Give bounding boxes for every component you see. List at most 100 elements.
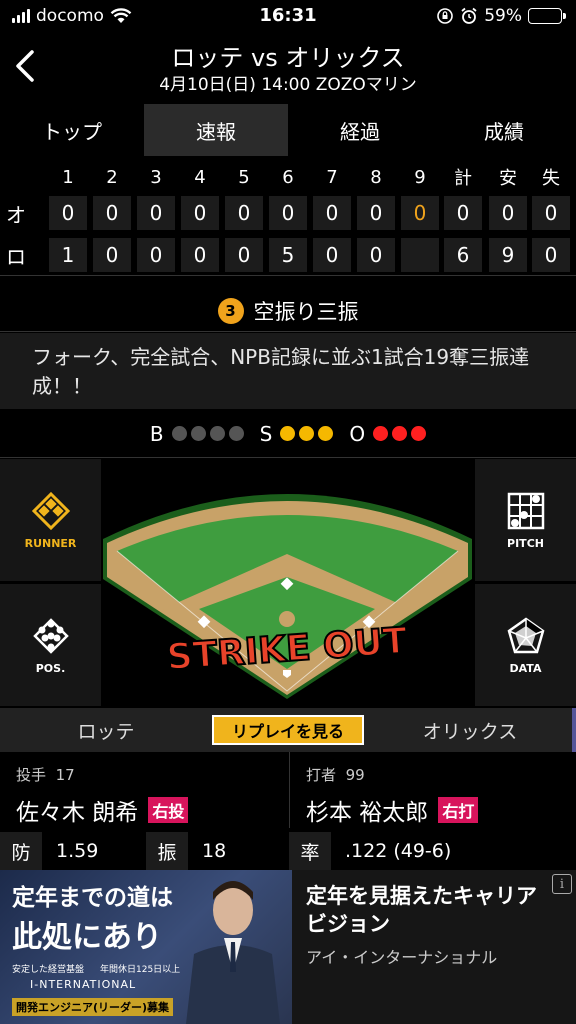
strikes-indicator: S <box>260 422 334 446</box>
batter-hand-badge: 右打 <box>438 797 479 823</box>
positions-icon <box>32 617 69 654</box>
teams-bar-edge <box>572 708 576 752</box>
inning-score: 1 <box>49 238 87 272</box>
batter-name-row: 杉本 裕太郎 右打 <box>306 793 560 827</box>
ad-image-point-1: 安定した経営基盤 <box>12 965 85 975</box>
batter-card[interactable]: 打者 99 杉本 裕太郎 右打 <box>289 752 576 828</box>
batter-number: 99 <box>345 766 365 784</box>
ball-dot <box>171 426 187 441</box>
scoreboard: 123456789計安失 オ 000000000000 ロ 1000050069… <box>0 160 576 276</box>
ad-text[interactable]: 定年を見据えたキャリアビジョン アイ・インターナショナル <box>306 882 556 968</box>
radar-chart-icon <box>507 616 544 653</box>
inning-score: 5 <box>269 238 307 272</box>
strike-dot <box>318 426 334 441</box>
ad-image-headline-1: 定年までの道は <box>12 884 173 911</box>
pitch-grid-icon <box>507 492 544 529</box>
pitcher-card[interactable]: 投手 17 佐々木 朗希 右投 <box>0 752 287 828</box>
inning-header: 8 <box>370 166 382 188</box>
player-stats: 防 1.59 振 18 率 .122 (49-6) <box>0 832 576 870</box>
balls-indicator: B <box>150 422 244 446</box>
ad-image[interactable]: 定年までの道は 此処にあり 安定した経営基盤 年間休日125日以上 I-NTER… <box>0 870 292 1024</box>
tab-top[interactable]: トップ <box>0 104 144 156</box>
inning-header: 4 <box>194 166 206 188</box>
pitcher-hand-badge: 右投 <box>148 797 189 823</box>
inning-score: 0 <box>93 196 131 230</box>
play-result: 3 空振り三振 <box>0 290 576 332</box>
batter-name: 杉本 裕太郎 <box>306 800 429 826</box>
ad-image-headline-2: 此処にあり <box>12 920 162 955</box>
battery-percent: 59% <box>484 6 522 26</box>
ball-dot <box>190 426 206 441</box>
tab-stats[interactable]: 成績 <box>432 104 576 156</box>
inning-score: 6 <box>444 238 482 272</box>
play-result-text: 空振り三振 <box>253 299 359 324</box>
teams-bar: ロッテ リプレイを見る オリックス <box>0 708 576 752</box>
ad-title: 定年を見据えたキャリアビジョン <box>306 884 537 936</box>
inning-header: 安 <box>499 168 517 189</box>
inning-score: 0 <box>269 196 307 230</box>
scoreboard-row-away: オ 000000000000 <box>0 196 576 232</box>
pitcher-strikeouts: 振 18 <box>146 832 226 870</box>
inning-header: 5 <box>238 166 250 188</box>
replay-button[interactable]: リプレイを見る <box>212 715 364 745</box>
inning-header: 3 <box>150 166 162 188</box>
ball-dot <box>228 426 244 441</box>
ball-dot <box>209 426 225 441</box>
ad-info-icon[interactable]: i <box>552 874 572 894</box>
inning-score: 0 <box>225 196 263 230</box>
scoreboard-row-home: ロ 10000500690 <box>0 238 576 274</box>
inning-score: 0 <box>357 238 395 272</box>
outs-label: O <box>349 421 366 446</box>
ad-image-logo: I-NTERNATIONAL <box>30 978 137 991</box>
field-view: RUNNER POS. PITCH DATA STRIKE OUT <box>0 459 576 707</box>
strike-dot <box>280 426 296 441</box>
inning-header: 9 <box>414 166 426 188</box>
tab-live[interactable]: 速報 <box>144 104 288 156</box>
balls-label: B <box>149 421 164 446</box>
alarm-icon <box>461 7 477 24</box>
pitcher-name: 佐々木 朗希 <box>16 800 139 826</box>
runner-button[interactable]: RUNNER <box>0 459 101 581</box>
ad-image-point-2: 年間休日125日以上 <box>100 965 181 975</box>
inning-header: 2 <box>106 166 118 188</box>
data-label: DATA <box>509 661 542 675</box>
inning-header: 1 <box>62 166 74 188</box>
baseball-diamond: STRIKE OUT <box>103 494 472 699</box>
inning-score: 0 <box>357 196 395 230</box>
pitcher-role: 投手 17 <box>16 766 75 784</box>
batter-role: 打者 99 <box>306 766 365 784</box>
game-datetime: 4月10日(日) 14:00 ZOZOマリン <box>159 75 417 95</box>
advertisement[interactable]: 定年までの道は 此処にあり 安定した経営基盤 年間休日125日以上 I-NTER… <box>0 870 576 1024</box>
ad-image-recruit: 開発エンジニア(リーダー)募集 <box>12 998 174 1016</box>
out-dot <box>373 426 389 441</box>
inning-score: 0 <box>532 196 570 230</box>
home-team-tab[interactable]: ロッテ <box>0 717 212 744</box>
pitcher-number: 17 <box>55 766 75 784</box>
inning-score: 0 <box>181 196 219 230</box>
pitch-button[interactable]: PITCH <box>475 459 576 581</box>
inning-score: 0 <box>489 196 527 230</box>
runner-icon <box>31 491 70 530</box>
inning-score: 0 <box>137 238 175 272</box>
game-header: ロッテ vs オリックス 4月10日(日) 14:00 ZOZOマリン <box>0 34 576 102</box>
inning-score: 0 <box>93 238 131 272</box>
strike-dot <box>299 426 315 441</box>
status-right: 59% <box>436 6 566 26</box>
positions-button[interactable]: POS. <box>0 584 101 706</box>
inning-header: 7 <box>326 166 338 188</box>
out-dot <box>411 426 427 441</box>
pitcher-name-row: 佐々木 朗希 右投 <box>16 793 271 827</box>
strikes-label: S <box>259 421 273 446</box>
inning-score: 9 <box>489 238 527 272</box>
team-abbr: オ <box>6 202 26 227</box>
inning-header: 計 <box>454 168 472 189</box>
runner-label: RUNNER <box>24 536 77 550</box>
inning-score <box>401 238 439 272</box>
inning-score: 0 <box>49 196 87 230</box>
inning-score: 0 <box>401 196 439 230</box>
tab-bar: トップ 速報 経過 成績 <box>0 104 576 156</box>
orientation-lock-icon <box>437 8 454 24</box>
tab-progress[interactable]: 経過 <box>288 104 432 156</box>
away-team-tab[interactable]: オリックス <box>364 717 576 744</box>
data-button[interactable]: DATA <box>475 584 576 706</box>
